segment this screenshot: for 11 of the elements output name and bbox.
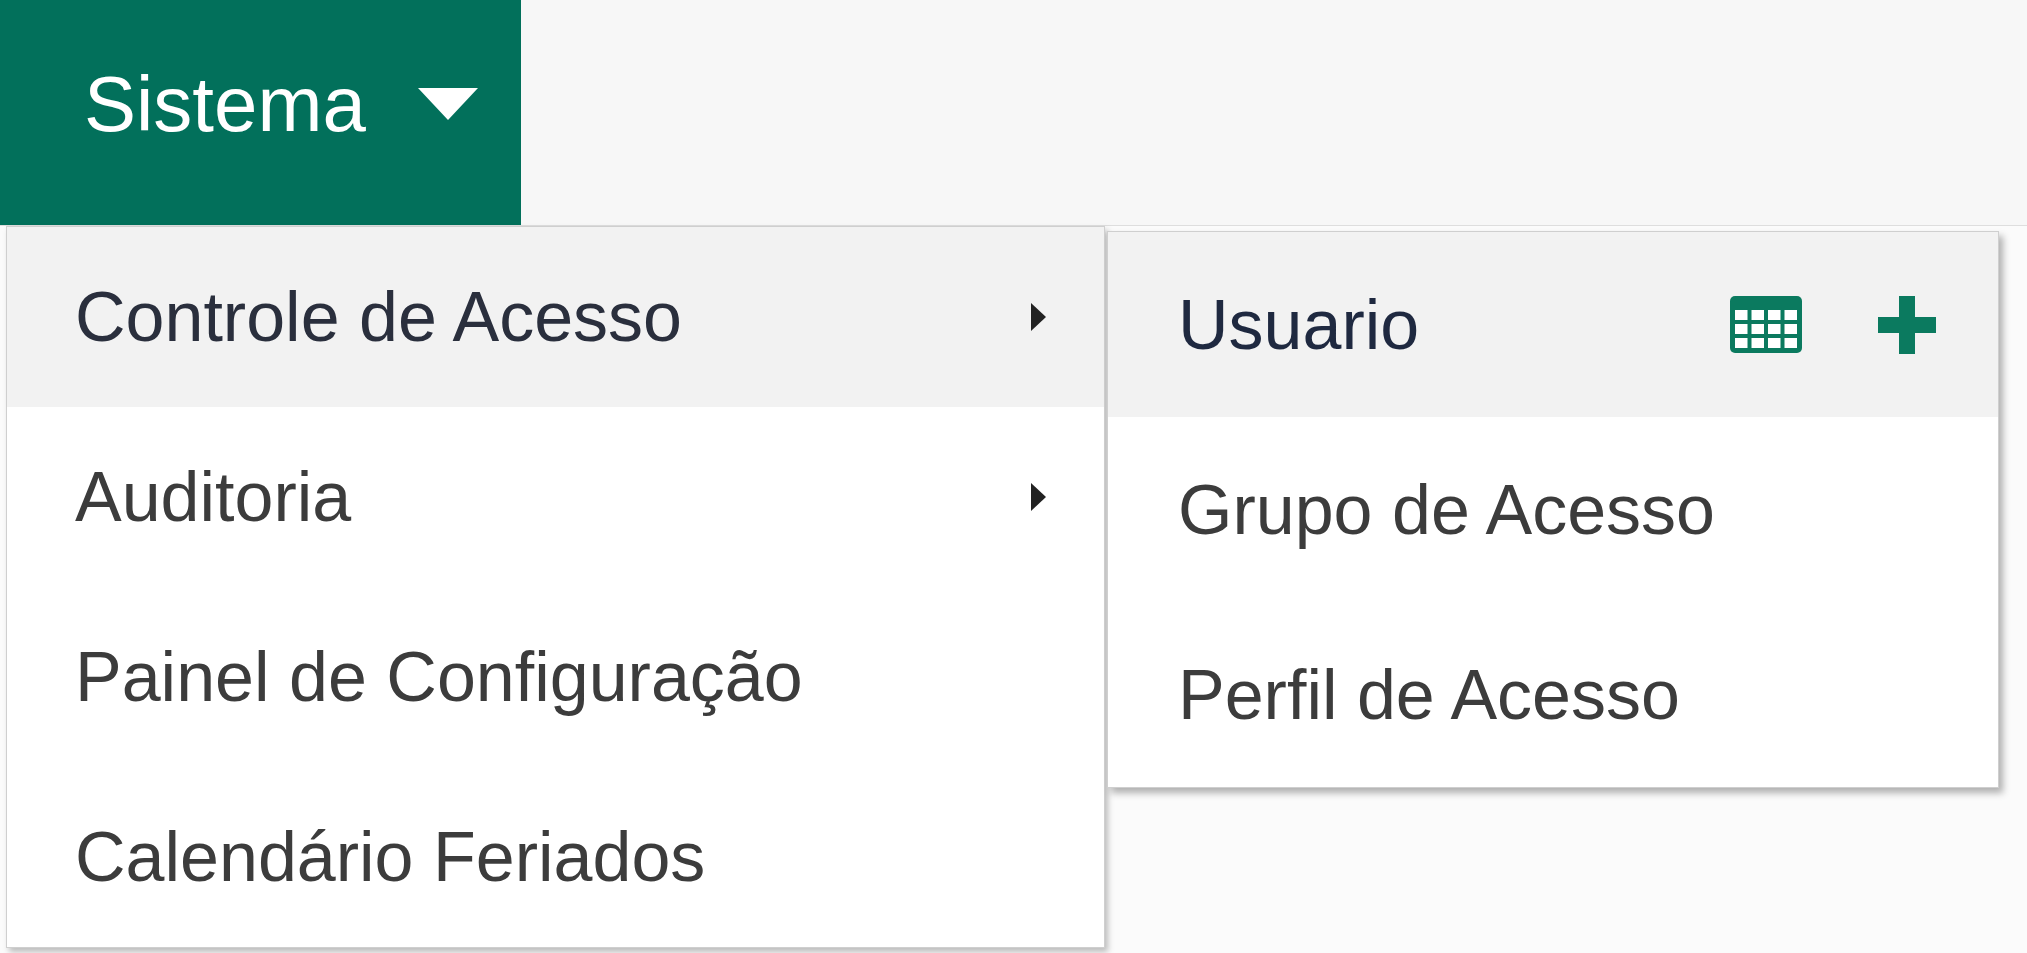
menu-item[interactable]: Painel de Configuração — [7, 587, 1104, 767]
table-icon[interactable] — [1730, 296, 1802, 353]
caret-down-icon — [417, 87, 478, 120]
submenu-item[interactable]: Grupo de Acesso — [1108, 417, 1998, 602]
menu-item[interactable]: Controle de Acesso — [7, 227, 1104, 407]
sistema-menu-button[interactable]: Sistema — [0, 0, 521, 225]
menu-item[interactable]: Auditoria — [7, 407, 1104, 587]
submenu-item[interactable]: Perfil de Acesso — [1108, 602, 1998, 787]
plus-icon[interactable] — [1878, 295, 1936, 354]
submenu-item[interactable]: Usuario — [1108, 232, 1998, 417]
menu-item[interactable]: Calendário Feriados — [7, 767, 1104, 947]
